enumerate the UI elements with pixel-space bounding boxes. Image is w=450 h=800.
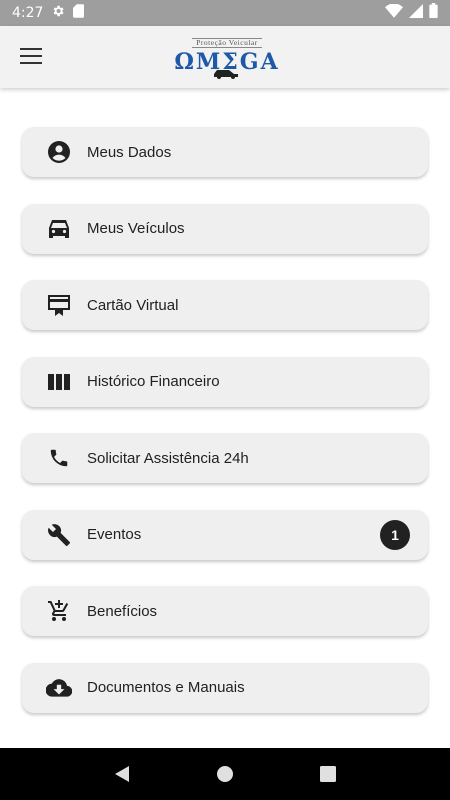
- menu-item-meus-dados[interactable]: Meus Dados: [22, 127, 428, 177]
- menu-item-label: Eventos: [87, 526, 142, 543]
- status-bar: 4:27: [0, 0, 450, 26]
- signal-icon: [409, 3, 423, 23]
- app-bar: Proteção Veicular ΩMΣGA: [0, 26, 450, 88]
- logo-subtitle: Proteção Veicular: [192, 38, 262, 48]
- menu-item-label: Meus Dados: [87, 143, 172, 161]
- wrench-icon: [46, 522, 72, 548]
- gear-icon: [51, 4, 65, 23]
- columns-icon: [46, 369, 72, 395]
- system-nav-bar: [0, 748, 450, 800]
- notification-badge: 1: [380, 519, 410, 550]
- sd-card-icon: [73, 3, 85, 23]
- account-circle-icon: [46, 139, 72, 165]
- back-icon[interactable]: [110, 762, 134, 786]
- menu-item-historico-financeiro[interactable]: Histórico Financeiro: [22, 356, 428, 407]
- add-cart-icon: [46, 598, 72, 624]
- menu-item-cartao-virtual[interactable]: Cartão Virtual: [22, 280, 428, 330]
- menu-item-meus-veiculos[interactable]: Meus Veículos: [22, 203, 428, 254]
- battery-icon: [429, 3, 438, 23]
- menu-item-label: Documentos e Manuais: [87, 679, 245, 696]
- menu-item-label: Cartão Virtual: [87, 296, 179, 314]
- car-icon: [46, 216, 72, 242]
- card-icon: [46, 292, 72, 318]
- phone-icon: [46, 445, 72, 471]
- status-time: 4:27: [12, 5, 44, 21]
- hamburger-icon[interactable]: [20, 48, 42, 66]
- menu-item-label: Meus Veículos: [87, 220, 185, 237]
- menu-item-documentos-manuais[interactable]: Documentos e Manuais: [22, 662, 428, 713]
- menu-item-label: Histórico Financeiro: [87, 373, 220, 390]
- main-menu: Meus Dados Meus Veículos Cartão Virtual …: [22, 127, 428, 739]
- home-icon[interactable]: [213, 762, 237, 786]
- recents-icon[interactable]: [316, 762, 340, 786]
- menu-item-label: Solicitar Assistência 24h: [87, 449, 249, 467]
- cloud-download-icon: [46, 675, 72, 701]
- menu-item-solicitar-assistencia[interactable]: Solicitar Assistência 24h: [22, 433, 428, 483]
- menu-item-beneficios[interactable]: Benefícios: [22, 586, 428, 636]
- menu-item-eventos[interactable]: Eventos 1: [22, 509, 428, 560]
- logo: Proteção Veicular ΩMΣGA: [172, 32, 282, 80]
- menu-item-label: Benefícios: [87, 602, 158, 620]
- logo-car-icon: [214, 70, 238, 79]
- wifi-icon: [385, 3, 403, 23]
